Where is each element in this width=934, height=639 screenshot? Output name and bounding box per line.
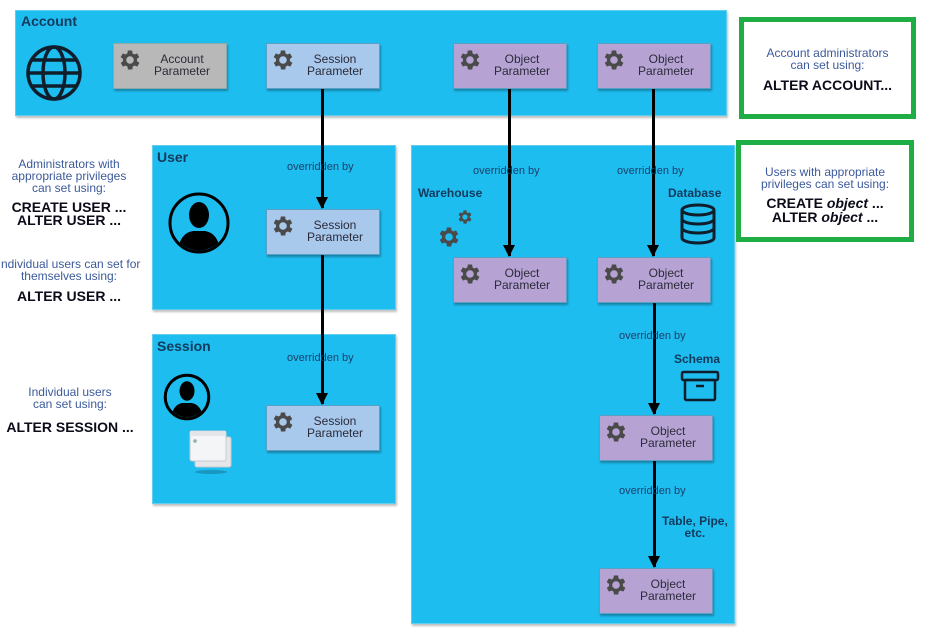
param-line2: Parameter: [639, 436, 697, 450]
account-parameter: Account Parameter: [113, 43, 227, 89]
note-line2: can set using:: [790, 58, 865, 72]
param-line2: Parameter: [306, 426, 364, 440]
arrow-schema-to-table: [648, 461, 660, 568]
gear-icon: [270, 47, 296, 73]
cmd-keyword: ALTER: [771, 209, 822, 225]
gear-icon: [603, 572, 629, 598]
database-label: Database: [668, 186, 722, 200]
gear-icon: [457, 261, 483, 287]
user-admins-note: Administrators with appropriate privileg…: [0, 158, 138, 194]
alter-user-self-command: ALTER USER ...: [17, 288, 121, 304]
user-silhouette-icon: [168, 192, 230, 254]
gear-icon: [601, 47, 627, 73]
session-self-note: Individual users can set using:: [0, 386, 140, 410]
warehouse-gears-icon: [439, 210, 472, 247]
overridden-by-label: overridden by: [287, 352, 354, 364]
users-privileges-note: Users with appropriate privileges can se…: [736, 140, 914, 242]
schema-object-parameter: Object Parameter: [599, 415, 713, 461]
overridden-by-label: overridden by: [473, 165, 540, 177]
param-line2: Parameter: [153, 64, 211, 78]
note-line2: privileges can set using:: [760, 177, 890, 191]
cmd-object: object: [821, 209, 863, 225]
user-self-note: Individual users can set for themselves …: [0, 258, 158, 282]
note-line2: can set using:: [32, 397, 108, 411]
overridden-by-label: overridden by: [287, 161, 354, 173]
alter-account-command: ALTER ACCOUNT...: [762, 77, 893, 93]
database-icon: [680, 203, 716, 245]
user-session-parameter: Session Parameter: [266, 209, 380, 255]
alter-object-command: ALTER object ...: [741, 210, 909, 224]
overridden-by-label: overridden by: [617, 165, 684, 177]
user-silhouette-icon: [163, 373, 211, 421]
account-session-parameter: Session Parameter: [266, 43, 380, 89]
warehouse-label: Warehouse: [418, 186, 483, 200]
windows-icon: [189, 430, 232, 474]
param-line2: Parameter: [637, 278, 695, 292]
param-line2: Parameter: [637, 64, 695, 78]
note-line3: can set using:: [31, 181, 107, 195]
globe-icon: [26, 45, 82, 101]
gear-icon: [270, 409, 296, 435]
objects-panel: Warehouse Database Schema Table, Pipe, e…: [411, 145, 735, 624]
account-admins-note: Account administrators can set using: AL…: [739, 17, 916, 119]
table-pipe-line2: etc.: [684, 526, 706, 540]
gear-icon: [457, 47, 483, 73]
overridden-by-label: overridden by: [619, 485, 686, 497]
table-pipe-label: Table, Pipe, etc.: [662, 515, 728, 539]
gear-icon: [270, 213, 296, 239]
gear-icon: [603, 419, 629, 445]
overridden-by-label: overridden by: [619, 330, 686, 342]
param-line2: Parameter: [306, 230, 364, 244]
param-line2: Parameter: [306, 64, 364, 78]
cmd-ellipsis: ...: [862, 209, 879, 225]
session-session-parameter: Session Parameter: [266, 405, 380, 451]
user-title: User: [157, 149, 189, 165]
param-line2: Parameter: [493, 278, 551, 292]
account-object-parameter-2: Object Parameter: [597, 43, 711, 89]
database-object-parameter: Object Parameter: [597, 257, 711, 303]
arrow-account-to-user: [316, 89, 328, 209]
schema-box-icon: [680, 370, 720, 402]
session-title: Session: [157, 338, 211, 354]
account-title: Account: [21, 13, 77, 29]
gear-icon: [601, 261, 627, 287]
arrow-user-to-session: [316, 255, 328, 405]
param-line2: Parameter: [639, 589, 697, 603]
alter-session-command: ALTER SESSION ...: [6, 419, 134, 435]
account-object-parameter-1: Object Parameter: [453, 43, 567, 89]
arrow-database-to-schema: [648, 303, 660, 415]
note-line2: themselves using:: [20, 269, 118, 283]
param-line2: Parameter: [493, 64, 551, 78]
schema-label: Schema: [674, 352, 721, 366]
alter-user-command: ALTER USER ...: [17, 212, 121, 228]
gear-icon: [117, 47, 143, 73]
create-object-command: CREATE object ...: [741, 196, 909, 210]
table-object-parameter: Object Parameter: [599, 568, 713, 614]
warehouse-object-parameter: Object Parameter: [453, 257, 567, 303]
